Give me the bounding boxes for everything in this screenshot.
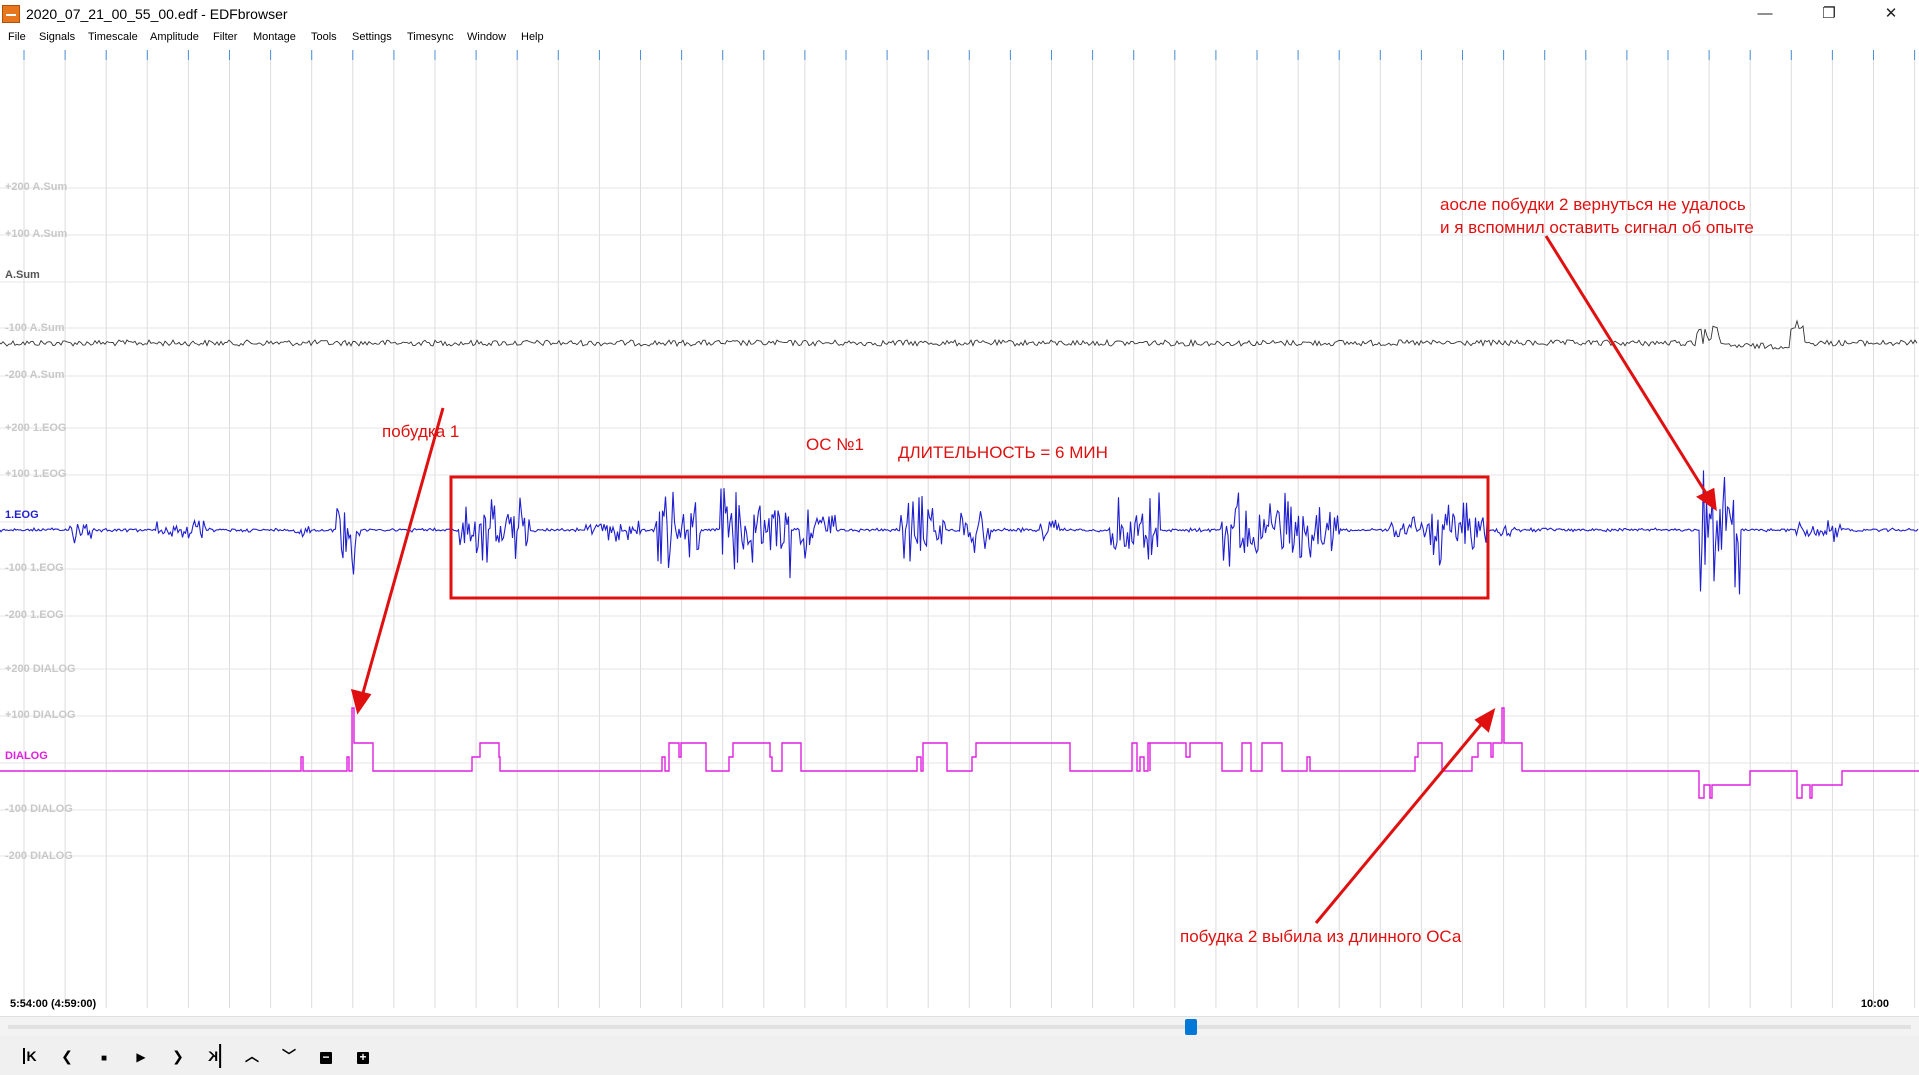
asum-label-minus200: -200 A.Sum: [5, 369, 65, 381]
amplitude-up-button[interactable]: ︿: [240, 1044, 264, 1068]
eog-channel-name[interactable]: 1.EOG: [5, 509, 39, 521]
arrow-wake2: [1314, 720, 1486, 924]
zoom-in-button[interactable]: +: [351, 1044, 375, 1068]
dialog-label-minus100: -100 DIALOG: [5, 803, 73, 815]
time-position-readout: 5:54:00 (4:59:00): [10, 998, 97, 1010]
arrow-wake1: [359, 407, 445, 701]
chevron-right-icon: ❯: [172, 1048, 184, 1064]
skip-end-icon: K: [208, 1044, 222, 1068]
dialog-label-plus200: +200 DIALOG: [5, 663, 76, 675]
scroll-track: [8, 1025, 1911, 1029]
play-button[interactable]: ▶: [129, 1044, 153, 1068]
menu-amplitude[interactable]: Amplitude: [150, 31, 199, 43]
eog-trace: [0, 470, 1919, 595]
edfbrowser-app-icon: [2, 5, 20, 23]
eog-label-minus200: -200 1.EOG: [5, 609, 64, 621]
scroll-thumb[interactable]: [1184, 1019, 1197, 1035]
asum-trace: [0, 319, 1918, 350]
navigation-toolbar: K ❮ ■ ▶ ❯ K ︿ ﹀ − +: [0, 1036, 1919, 1075]
window-title: 2020_07_21_00_55_00.edf - EDFbrowser: [26, 6, 288, 22]
menu-settings[interactable]: Settings: [352, 31, 392, 43]
annotation-os1: ОС №1: [806, 435, 864, 454]
go-to-start-button[interactable]: K: [18, 1044, 42, 1068]
annotation-wake2: побудка 2 выбила из длинного ОСа: [1180, 927, 1462, 946]
asum-label-plus200: +200 A.Sum: [5, 181, 68, 193]
page-back-button[interactable]: ❮: [55, 1044, 79, 1068]
minimize-button[interactable]: —: [1742, 0, 1788, 28]
menu-help[interactable]: Help: [521, 31, 544, 43]
menu-bar: File Signals Timescale Amplitude Filter …: [0, 28, 1919, 50]
maximize-button[interactable]: ❐: [1806, 0, 1852, 28]
signal-plot-area[interactable]: +200 A.Sum +100 A.Sum A.Sum -100 A.Sum -…: [0, 50, 1919, 1018]
eog-label-plus200: +200 1.EOG: [5, 422, 67, 434]
dialog-label-plus100: +100 DIALOG: [5, 709, 76, 721]
arrow-wake1-head: [350, 688, 372, 715]
amplitude-down-button[interactable]: ﹀: [277, 1044, 301, 1068]
menu-window[interactable]: Window: [467, 31, 506, 43]
menu-file[interactable]: File: [8, 31, 26, 43]
asum-channel-name[interactable]: A.Sum: [5, 269, 40, 281]
plus-square-icon: +: [357, 1051, 369, 1064]
zoom-out-button[interactable]: −: [314, 1044, 338, 1068]
asum-label-plus100: +100 A.Sum: [5, 228, 68, 240]
annotation-after-wake2-line1: аосле побудки 2 вернуться не удалось: [1440, 195, 1746, 214]
menu-timesync[interactable]: Timesync: [407, 31, 454, 43]
eog-label-plus100: +100 1.EOG: [5, 468, 67, 480]
eog-label-minus100: -100 1.EOG: [5, 562, 64, 574]
dialog-trace: [0, 707, 1919, 799]
stop-icon: ■: [100, 1053, 108, 1064]
menu-signals[interactable]: Signals: [39, 31, 75, 43]
stop-button[interactable]: ■: [92, 1044, 116, 1068]
title-bar: 2020_07_21_00_55_00.edf - EDFbrowser — ❐…: [0, 0, 1919, 28]
chevron-left-icon: ❮: [61, 1048, 73, 1064]
skip-start-icon: K: [23, 1048, 37, 1064]
menu-filter[interactable]: Filter: [213, 31, 237, 43]
page-forward-button[interactable]: ❯: [166, 1044, 190, 1068]
annotation-wake1: побудка 1: [382, 422, 460, 441]
dialog-channel-name[interactable]: DIALOG: [5, 750, 48, 762]
annotation-duration: ДЛИТЕЛЬНОСТЬ = 6 МИН: [898, 443, 1108, 462]
chevron-up-icon: ︿: [245, 1048, 259, 1064]
time-scrollbar[interactable]: [0, 1016, 1919, 1037]
asum-label-minus100: -100 A.Sum: [5, 322, 65, 334]
dialog-label-minus200: -200 DIALOG: [5, 850, 73, 862]
menu-timescale[interactable]: Timescale: [88, 31, 138, 43]
annotation-after-wake2-line2: и я вспомнил оставить сигнал об опыте: [1440, 218, 1754, 237]
minus-square-icon: −: [320, 1051, 332, 1064]
annotation-arrows: [350, 235, 1717, 924]
go-to-end-button[interactable]: K: [203, 1044, 227, 1068]
menu-montage[interactable]: Montage: [253, 31, 296, 43]
close-button[interactable]: ✕: [1868, 0, 1914, 28]
arrow-after-wake2: [1544, 235, 1711, 499]
chevron-down-icon: ﹀: [282, 1048, 296, 1064]
menu-tools[interactable]: Tools: [311, 31, 337, 43]
play-icon: ▶: [136, 1050, 146, 1064]
time-scale-readout: 10:00: [1860, 998, 1889, 1010]
